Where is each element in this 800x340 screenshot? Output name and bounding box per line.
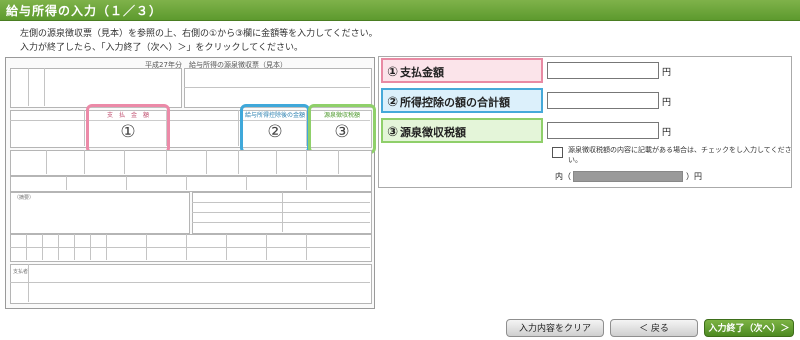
slip-payer-label: 支払者 xyxy=(13,269,29,275)
slip-marker-3-number: ③ xyxy=(334,122,350,142)
row2-label-text: 所得控除の額の合計額 xyxy=(400,96,511,109)
row3-label-text: 源泉徴収税額 xyxy=(400,126,467,139)
row3-sub-suffix: ）円 xyxy=(686,172,702,181)
slip-marker-2-number: ② xyxy=(267,122,283,142)
row3-unit: 円 xyxy=(662,128,672,138)
slip-deduction-row xyxy=(10,150,372,176)
withholding-detail-input[interactable] xyxy=(573,171,683,182)
row1-label-text: 支払金額 xyxy=(400,66,445,79)
row3-sub-prefix: 内（ xyxy=(555,172,571,181)
slip-remarks-label: （摘要） xyxy=(14,195,35,201)
slip-small-row xyxy=(10,176,372,192)
row2-number: ② xyxy=(387,95,399,110)
instruction-line-2: 入力が終了したら、「入力終了（次へ）＞」をクリックしてください。 xyxy=(20,43,303,53)
withholding-tax-input[interactable] xyxy=(547,122,659,139)
back-button[interactable]: ＜ 戻る xyxy=(610,319,698,337)
next-button[interactable]: 入力終了（次へ）＞ xyxy=(704,319,794,337)
withholding-detail-note: 源泉徴収税額の内容に記載がある場合は、チェックをし入力してください。 xyxy=(568,146,792,164)
row1-label: ① 支払金額 xyxy=(381,58,543,83)
withholding-detail-checkbox[interactable] xyxy=(552,147,563,158)
slip-address-block xyxy=(184,68,372,108)
instructions: 左側の源泉徴収票（見本）を参照の上、右側の①から③欄に金額等を入力してください。… xyxy=(20,27,540,55)
row1-unit: 円 xyxy=(662,68,672,78)
withholding-slip-sample: 平成27年分 給与所得の源泉徴収票（見本） 支 払 金 額 ① 給与所得控除後の… xyxy=(5,57,376,309)
slip-marker-3: 源泉徴収税額 ③ xyxy=(308,104,376,154)
deduction-total-input[interactable] xyxy=(547,92,659,109)
row3-number: ③ xyxy=(387,125,399,140)
page-title: 給与所得の入力（１／３） xyxy=(6,4,163,18)
slip-marker-2: 給与所得控除後の金額 ② xyxy=(240,104,310,154)
slip-marker-1-label: 支 払 金 額 xyxy=(106,112,149,119)
row1-number: ① xyxy=(387,65,399,80)
row2-label: ② 所得控除の額の合計額 xyxy=(381,88,543,113)
slip-payee-block xyxy=(10,68,182,108)
payment-amount-input[interactable] xyxy=(547,62,659,79)
instruction-line-1: 左側の源泉徴収票（見本）を参照の上、右側の①から③欄に金額等を入力してください。 xyxy=(20,29,378,39)
row3-label: ③ 源泉徴収税額 xyxy=(381,118,543,143)
title-bar: 給与所得の入力（１／３） xyxy=(0,0,800,21)
slip-payer-block xyxy=(10,264,372,304)
slip-dependents-row xyxy=(10,234,372,262)
slip-marker-1-number: ① xyxy=(120,122,136,142)
slip-marker-1: 支 払 金 額 ① xyxy=(86,104,170,154)
slip-marker-2-label: 給与所得控除後の金額 xyxy=(244,112,305,119)
clear-button[interactable]: 入力内容をクリア xyxy=(506,319,604,337)
slip-remarks-box xyxy=(10,192,190,234)
slip-marker-3-label: 源泉徴収税額 xyxy=(323,112,360,119)
row2-unit: 円 xyxy=(662,98,672,108)
